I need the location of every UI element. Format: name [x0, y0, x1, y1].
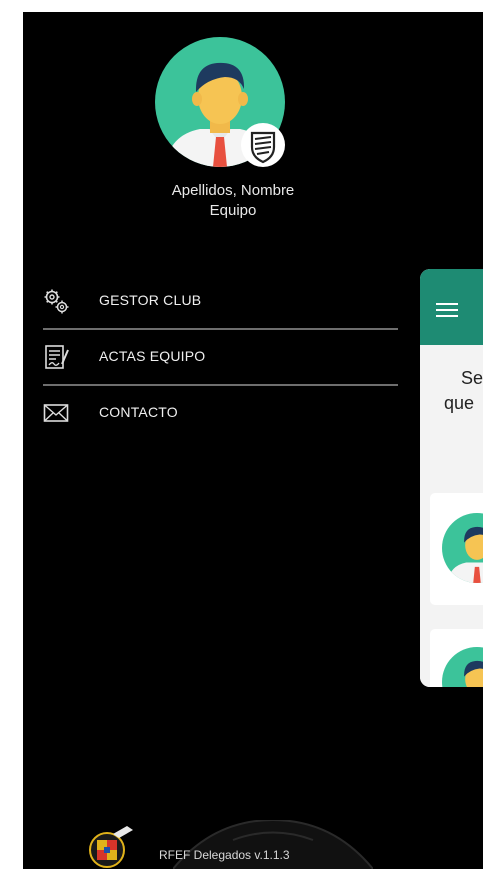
profile-team: Equipo	[209, 202, 257, 219]
side-drawer: Apellidos, Nombre Equipo GESTOR CLUB ACT…	[23, 12, 483, 869]
main-screen-preview[interactable]: Se que	[420, 269, 483, 687]
menu-item-contacto[interactable]: CONTACTO	[43, 386, 398, 440]
menu-item-label: ACTAS EQUIPO	[99, 348, 206, 364]
list-item-card[interactable]	[430, 493, 483, 605]
player-avatar-icon	[442, 647, 483, 687]
app-version-label: RFEF Delegados v.1.1.3	[159, 848, 290, 862]
list-item-card[interactable]	[430, 629, 483, 687]
app-header-bar	[420, 269, 483, 345]
envelope-icon	[43, 404, 69, 422]
menu-item-label: GESTOR CLUB	[99, 292, 202, 308]
gears-icon	[44, 289, 69, 314]
preview-text-line2: que	[444, 393, 475, 413]
document-signature-icon	[45, 345, 69, 369]
hamburger-menu-icon[interactable]	[436, 303, 458, 317]
menu-item-gestor-club[interactable]: GESTOR CLUB	[43, 274, 398, 330]
profile-name: Apellidos, Nombre	[171, 182, 295, 199]
app-footer: RFEF Delegados v.1.1.3	[83, 820, 433, 869]
drawer-menu: GESTOR CLUB ACTAS EQUIPO CONTACTO	[43, 274, 398, 440]
player-avatar-icon	[442, 513, 483, 583]
menu-item-actas-equipo[interactable]: ACTAS EQUIPO	[43, 330, 398, 386]
profile-avatar[interactable]	[155, 37, 285, 167]
menu-item-label: CONTACTO	[99, 404, 178, 420]
rfef-logo-icon	[89, 826, 133, 868]
shield-badge-icon	[241, 123, 285, 167]
preview-text-line1: Se	[461, 368, 483, 388]
